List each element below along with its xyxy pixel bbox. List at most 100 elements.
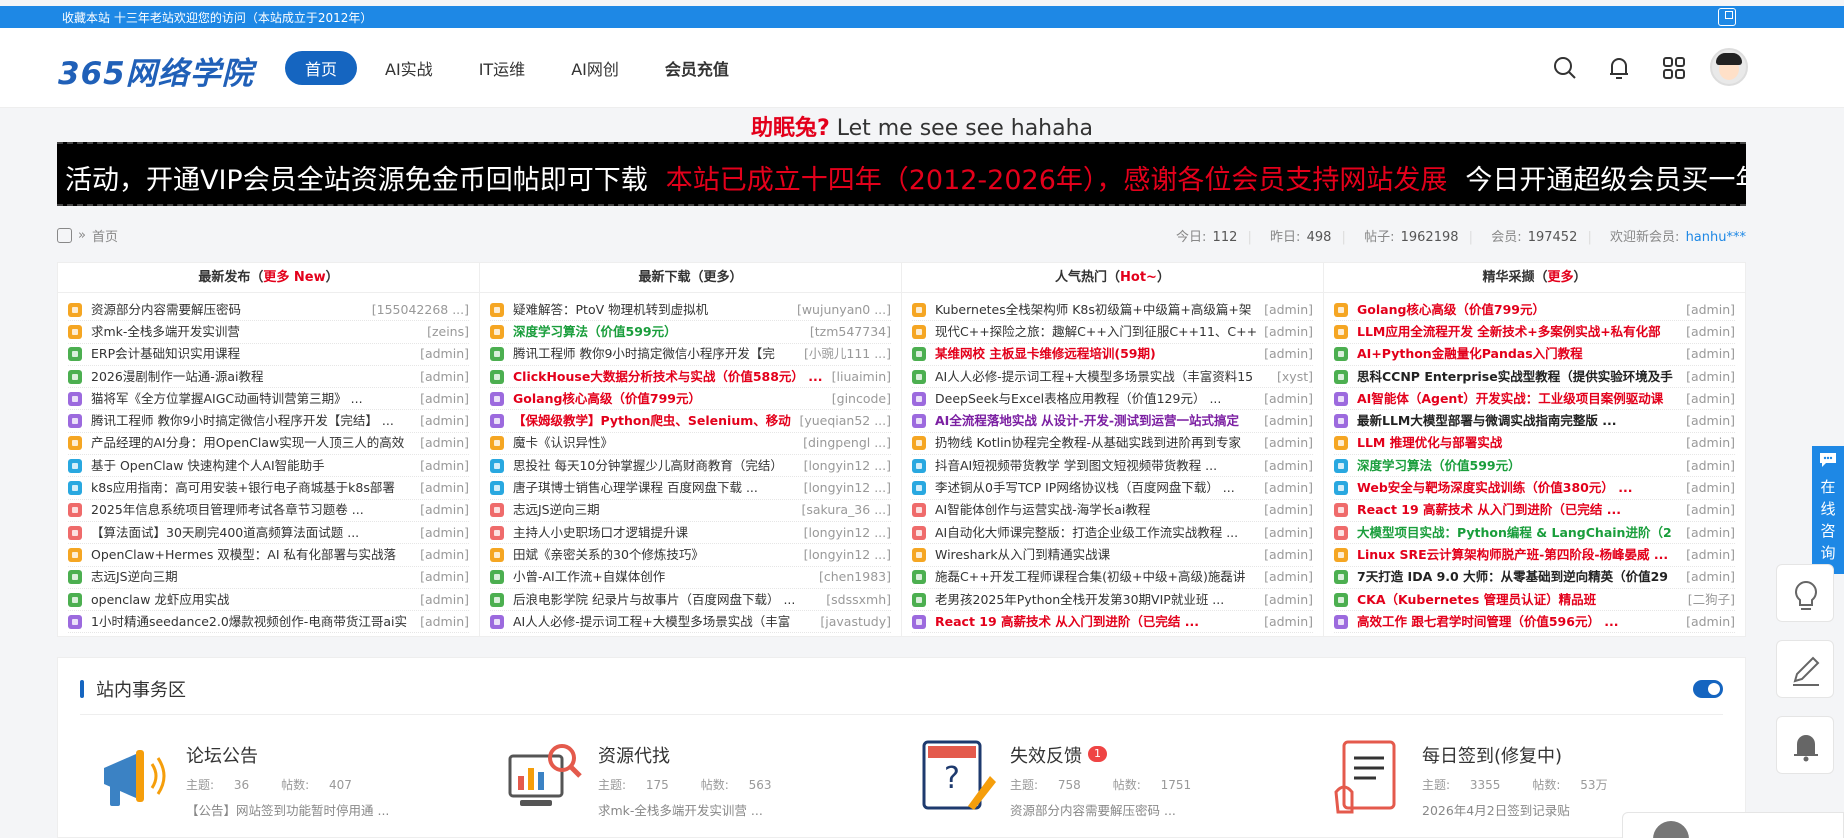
list-item[interactable]: Web安全与靶场深度实战训练（价值380元） ... [admin]	[1334, 477, 1735, 500]
list-item[interactable]: 最新LLM大模型部署与微调实战指南完整版 ... [admin]	[1334, 410, 1735, 433]
thread-author[interactable]: [admin]	[1264, 544, 1313, 565]
thread-title[interactable]: Golang核心高级（价值799元）	[513, 388, 830, 409]
list-item[interactable]: 思投社 每天10分钟掌握少儿高财商教育（完结） [longyin12 ...]	[490, 455, 891, 478]
thread-author[interactable]: [zeins]	[427, 321, 469, 342]
nav-home[interactable]: 首页	[285, 51, 358, 85]
list-item[interactable]: 求mk-全栈多端开发实训营 [zeins]	[68, 321, 469, 344]
thread-title[interactable]: 腾讯工程师 教你9小时搞定微信小程序开发【完	[513, 344, 802, 365]
breadcrumb-home[interactable]: 首页	[92, 226, 118, 245]
thread-author[interactable]: [小豌儿111 ...]	[804, 344, 891, 365]
list-item[interactable]: 思科CCNP Enterprise实战型教程（提供实验环境及手 [admin]	[1334, 366, 1735, 389]
list-item[interactable]: 疑难解答：PtoV 物理机转到虚拟机 [wujunyan0 ...]	[490, 299, 891, 322]
list-item[interactable]: AI+Python金融量化Pandas入门教程 [admin]	[1334, 344, 1735, 366]
forum-last-post[interactable]: 2026年4月2日签到记录贴	[1422, 800, 1570, 819]
thread-title[interactable]: AI人人必修-提示词工程+大模型多场景实战（丰富	[513, 611, 818, 632]
forum-name[interactable]: 每日签到(修复中)	[1422, 742, 1562, 768]
home-icon[interactable]	[57, 228, 72, 243]
thread-author[interactable]: [javastudy]	[820, 611, 891, 632]
list-item[interactable]: 高效工作 跟七君学时间管理（价值596元） ... [admin]	[1334, 611, 1735, 634]
expand-icon[interactable]	[1718, 8, 1736, 26]
list-item[interactable]: 老男孩2025年Python全栈开发第30期VIP就业班 ... [admin]	[912, 589, 1313, 612]
thread-title[interactable]: LLM 推理优化与部署实战	[1357, 433, 1684, 454]
thread-title[interactable]: 【算法面试】30天刷完400道高频算法面试题 ...	[91, 522, 418, 543]
thread-author[interactable]: [admin]	[1686, 299, 1735, 320]
thread-author[interactable]: [admin]	[420, 477, 469, 498]
forum-last-post[interactable]: 【公告】网站签到功能暂时停用通 ...	[186, 800, 389, 819]
thread-title[interactable]: 志远JS逆向三期	[513, 500, 799, 521]
bell-icon[interactable]	[1605, 54, 1633, 82]
thread-title[interactable]: 1小时精通seedance2.0爆款视频创作-电商带货江哥ai实	[91, 611, 418, 632]
nav-it-ops[interactable]: IT运维	[479, 56, 526, 80]
list-item[interactable]: AI全流程落地实战 从设计-开发-测试到运营一站式搞定 [admin]	[912, 410, 1313, 433]
thread-author[interactable]: [tzm547734]	[810, 321, 891, 342]
thread-title[interactable]: AI人人必修-提示词工程+大模型多场景实战（丰富资料15	[935, 366, 1275, 387]
list-item[interactable]: AI人人必修-提示词工程+大模型多场景实战（丰富 [javastudy]	[490, 611, 891, 634]
list-item[interactable]: 资源部分内容需要解压密码 [155042268 ...]	[68, 299, 469, 322]
nav-ai-business[interactable]: AI网创	[571, 56, 619, 80]
column-header[interactable]: 最新发布（更多 New）	[58, 263, 479, 293]
thread-author[interactable]: [admin]	[1264, 589, 1313, 610]
top-notice-text[interactable]: 收藏本站 十三年老站欢迎您的访问（本站成立于2012年）	[62, 9, 372, 26]
list-item[interactable]: AI智能体创作与运营实战-海学长ai教程 [admin]	[912, 500, 1313, 522]
thread-author[interactable]: [admin]	[420, 388, 469, 409]
thread-author[interactable]: [admin]	[420, 567, 469, 588]
search-icon[interactable]	[1551, 54, 1579, 82]
list-item[interactable]: 2025年信息系统项目管理师考试各章节习题卷 ... [admin]	[68, 500, 469, 522]
list-item[interactable]: 【保姆级教学】Python爬虫、Selenium、移动 [yueqian52 ..…	[490, 410, 891, 433]
list-item[interactable]: 李述铜从0手写TCP IP网络协议栈（百度网盘下载） ... [admin]	[912, 477, 1313, 500]
thread-title[interactable]: 抖音AI短视频带货教学 学到图文短视频带货教程 ...	[935, 455, 1262, 476]
list-item[interactable]: Kubernetes全栈架构师 K8s初级篇+中级篇+高级篇+架 [admin]	[912, 299, 1313, 322]
list-item[interactable]: AI人人必修-提示词工程+大模型多场景实战（丰富资料15 [xyst]	[912, 366, 1313, 389]
list-item[interactable]: Wireshark从入门到精通实战课 [admin]	[912, 544, 1313, 567]
column-header[interactable]: 人气热门（Hot~）	[902, 263, 1323, 293]
notification-button[interactable]	[1776, 716, 1834, 774]
thread-author[interactable]: [admin]	[420, 589, 469, 610]
thread-title[interactable]: AI智能体（Agent）开发实战：工业级项目案例驱动课	[1357, 388, 1684, 409]
thread-title[interactable]: AI智能体创作与运营实战-海学长ai教程	[935, 500, 1262, 521]
list-item[interactable]: 7天打造 IDA 9.0 大师：从零基础到逆向精英（价值29 [admin]	[1334, 567, 1735, 589]
thread-title[interactable]: 扔物线 Kotlin协程完全教程-从基础实践到进阶再到专家	[935, 433, 1262, 454]
list-item[interactable]: 1小时精通seedance2.0爆款视频创作-电商带货江哥ai实 [admin]	[68, 611, 469, 634]
site-logo[interactable]: 365网络学院	[58, 48, 254, 93]
list-item[interactable]: 腾讯工程师 教你9小时搞定微信小程序开发【完结】 ... [admin]	[68, 410, 469, 433]
thread-author[interactable]: [admin]	[1264, 410, 1313, 431]
thread-title[interactable]: React 19 高薪技术 从入门到进阶（已完结 ...	[935, 611, 1262, 632]
list-item[interactable]: 2026漫剧制作一站通-源ai教程 [admin]	[68, 366, 469, 389]
thread-author[interactable]: [chen1983]	[819, 567, 891, 588]
thread-author[interactable]: [admin]	[1686, 366, 1735, 387]
list-item[interactable]: Golang核心高级（价值799元） [gincode]	[490, 388, 891, 411]
thread-title[interactable]: Kubernetes全栈架构师 K8s初级篇+中级篇+高级篇+架	[935, 299, 1262, 320]
thread-author[interactable]: [admin]	[1686, 455, 1735, 476]
thread-title[interactable]: 后浪电影学院 纪录片与故事片（百度网盘下载） ...	[513, 589, 824, 610]
thread-title[interactable]: OpenClaw+Hermes 双模型：AI 私有化部署与实战落	[91, 544, 418, 565]
collapse-toggle[interactable]	[1693, 680, 1723, 698]
thread-author[interactable]: [admin]	[420, 366, 469, 387]
forum-name[interactable]: 论坛公告	[186, 742, 258, 768]
thread-title[interactable]: 2025年信息系统项目管理师考试各章节习题卷 ...	[91, 500, 418, 521]
list-item[interactable]: React 19 高薪技术 从入门到进阶（已完结 ... [admin]	[912, 611, 1313, 634]
thread-author[interactable]: [admin]	[1264, 567, 1313, 588]
list-item[interactable]: 深度学习算法（价值599元） [admin]	[1334, 455, 1735, 478]
thread-title[interactable]: 思科CCNP Enterprise实战型教程（提供实验环境及手	[1357, 366, 1684, 387]
thread-author[interactable]: [155042268 ...]	[372, 299, 469, 320]
thread-author[interactable]: [admin]	[1686, 321, 1735, 342]
list-item[interactable]: DeepSeek与Excel表格应用教程（价值129元） ... [admin]	[912, 388, 1313, 411]
thread-title[interactable]: 2026漫剧制作一站通-源ai教程	[91, 366, 418, 387]
thread-title[interactable]: 疑难解答：PtoV 物理机转到虚拟机	[513, 299, 795, 320]
list-item[interactable]: 现代C++探险之旅：趣解C++入门到征服C++11、C++ [admin]	[912, 321, 1313, 344]
thread-author[interactable]: [admin]	[1686, 388, 1735, 409]
stat-newuser-link[interactable]: hanhu***	[1686, 230, 1746, 245]
list-item[interactable]: 后浪电影学院 纪录片与故事片（百度网盘下载） ... [sdssxmh]	[490, 589, 891, 612]
thread-author[interactable]: [admin]	[1264, 522, 1313, 543]
thread-author[interactable]: [admin]	[1686, 522, 1735, 543]
forum-name[interactable]: 资源代找	[598, 742, 670, 768]
online-consult-button[interactable]: 在线咨询	[1812, 446, 1844, 574]
thread-title[interactable]: 深度学习算法（价值599元）	[1357, 455, 1684, 476]
thread-title[interactable]: Web安全与靶场深度实战训练（价值380元） ...	[1357, 477, 1684, 498]
list-item[interactable]: Golang核心高级（价值799元） [admin]	[1334, 299, 1735, 322]
forum-last-post[interactable]: 求mk-全栈多端开发实训营 ...	[598, 800, 763, 819]
thread-title[interactable]: 大模型项目实战：Python编程 & LangChain进阶（2	[1357, 522, 1684, 543]
thread-title[interactable]: 田斌《亲密关系的30个修炼技巧》	[513, 544, 802, 565]
thread-author[interactable]: [xyst]	[1277, 366, 1313, 387]
thread-author[interactable]: [admin]	[420, 455, 469, 476]
